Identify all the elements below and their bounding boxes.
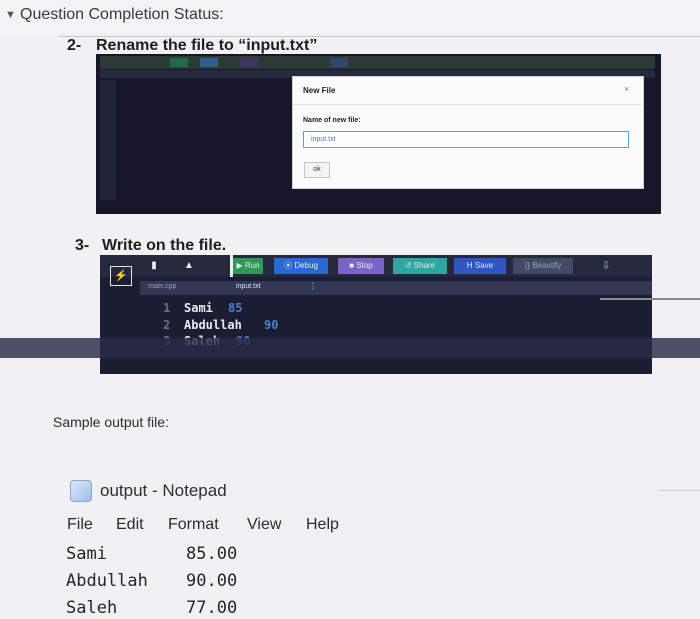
step-number: 2- [67,37,82,54]
toolbar-chip [330,58,348,67]
question-status-label: Question Completion Status: [20,6,224,23]
menu-format[interactable]: Format [168,516,219,534]
editor-tabs [140,281,652,295]
output-name: Abdullah [66,571,148,591]
collapse-toggle-icon[interactable]: ▼ [5,9,16,21]
tab-menu-icon[interactable]: ⋮ [309,282,317,291]
toolbar-chip [200,58,218,67]
file-icon[interactable]: ▮ [147,258,161,274]
photo-artifact-line [658,490,700,491]
output-name: Saleh [66,598,118,618]
step-number: 3- [75,237,90,254]
code-name: Abdullah [184,318,242,332]
new-file-name-value: input.txt [311,136,336,143]
menu-help[interactable]: Help [306,516,339,534]
new-file-name-label: Name of new file: [303,117,361,124]
line-number: 2 [163,318,171,332]
line-number: 1 [163,301,171,315]
toolbar-chip [240,58,258,67]
download-icon[interactable]: ⇩ [595,258,617,274]
share-button[interactable]: ↺ Share [393,258,447,274]
debug-button[interactable]: ⦿ Debug [274,258,328,274]
photo-artifact-line [600,298,700,300]
code-score: 90 [264,318,279,332]
toolbar-chip [170,58,188,67]
menu-edit[interactable]: Edit [116,516,144,534]
sample-output-label: Sample output file: [53,414,169,430]
run-button[interactable]: ▶ Run [233,258,263,274]
editor-gutter [100,80,116,200]
output-value: 85.00 [186,544,238,564]
code-name: Sami [184,301,213,315]
photo-glare-band [0,338,700,358]
dialog-divider [293,104,641,105]
notepad-icon [70,480,92,502]
output-name: Sami [66,544,107,564]
save-button[interactable]: H Save [454,258,506,274]
tab-input-txt[interactable]: input.txt [236,283,261,290]
output-value: 77.00 [186,598,238,618]
output-value: 90.00 [186,571,238,591]
new-file-name-input[interactable] [303,131,629,148]
code-score: 85 [228,301,243,315]
ok-button[interactable]: ok [304,162,330,178]
step-instruction: Rename the file to “input.txt” [96,37,318,54]
stop-button[interactable]: ■ Stop [338,258,384,274]
menu-view[interactable]: View [247,516,281,534]
arrow-up-icon[interactable]: ▲ [182,258,196,274]
lightning-icon[interactable]: ⚡ [110,266,132,286]
notepad-title: output - Notepad [100,481,227,500]
tab-main-cpp[interactable]: main.cpp [148,283,176,290]
beautify-button[interactable]: {} Beautify [513,258,573,274]
dialog-title: New File [303,86,336,95]
step-instruction: Write on the file. [102,237,227,254]
close-icon[interactable]: × [624,84,629,94]
menu-file[interactable]: File [67,516,93,534]
